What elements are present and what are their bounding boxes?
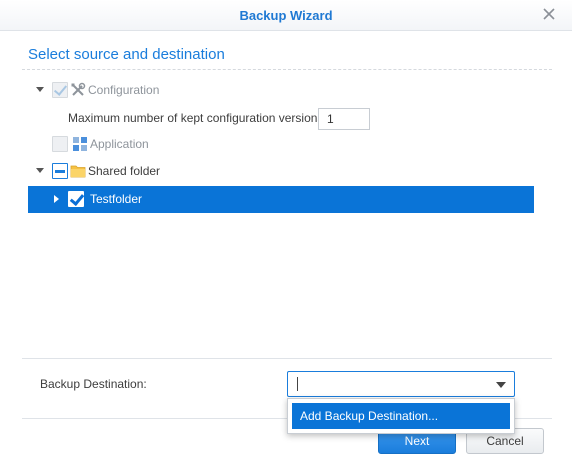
divider — [22, 358, 552, 359]
window-title: Backup Wizard — [239, 8, 333, 23]
configuration-label: Configuration — [88, 83, 160, 97]
close-icon[interactable] — [542, 7, 556, 21]
folder-icon — [70, 165, 86, 178]
text-cursor — [297, 377, 298, 391]
expand-arrow-icon[interactable] — [34, 165, 46, 177]
testfolder-label: Testfolder — [90, 192, 143, 206]
add-backup-destination-option[interactable]: Add Backup Destination... — [292, 403, 510, 429]
versions-input[interactable] — [318, 108, 370, 130]
tree-item-shared-folder: Shared folder — [34, 160, 160, 182]
application-label: Application — [90, 137, 149, 151]
application-checkbox[interactable] — [52, 136, 68, 152]
expand-arrow-icon[interactable] — [34, 84, 46, 96]
section-title: Select source and destination — [28, 46, 225, 63]
divider — [22, 69, 552, 70]
configuration-checkbox[interactable] — [52, 82, 68, 98]
title-bar: Backup Wizard — [0, 0, 572, 31]
shared-folder-label: Shared folder — [88, 164, 161, 178]
tree-item-configuration: Configuration — [34, 79, 159, 101]
backup-wizard-dialog: Backup Wizard Select source and destinat… — [0, 0, 572, 461]
backup-destination-select[interactable] — [287, 371, 515, 397]
tree-item-testfolder[interactable]: Testfolder — [28, 186, 534, 213]
backup-destination-label: Backup Destination: — [40, 377, 147, 391]
expand-arrow-icon[interactable] — [50, 193, 62, 205]
destination-dropdown-list: Add Backup Destination... — [287, 398, 515, 434]
application-grid-icon — [73, 137, 87, 151]
versions-label: Maximum number of kept configuration ver… — [68, 111, 324, 125]
shared-folder-checkbox[interactable] — [52, 163, 68, 179]
testfolder-checkbox[interactable] — [68, 191, 84, 207]
chevron-down-icon[interactable] — [496, 382, 506, 388]
testfolder-row-content: Testfolder — [50, 188, 142, 210]
tools-icon — [71, 82, 86, 96]
tree-item-application: Application — [52, 133, 149, 155]
